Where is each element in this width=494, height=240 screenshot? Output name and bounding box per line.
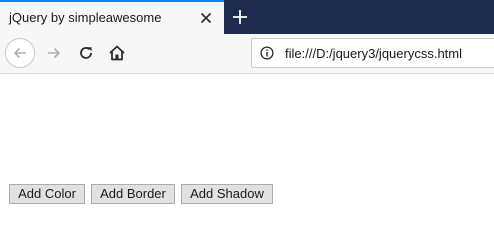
add-shadow-button[interactable]: Add Shadow (181, 184, 273, 204)
url-text[interactable]: file:///D:/jquery3/jquerycss.html (285, 46, 462, 61)
reload-icon (80, 47, 92, 59)
tab-strip: jQuery by simpleawesome (0, 0, 494, 34)
close-icon[interactable] (198, 10, 214, 26)
reload-button[interactable] (72, 39, 100, 67)
forward-button[interactable] (40, 39, 68, 67)
forward-arrow-icon (48, 47, 61, 59)
tab-active[interactable]: jQuery by simpleawesome (0, 0, 224, 34)
navigation-toolbar: file:///D:/jquery3/jquerycss.html (0, 34, 494, 74)
plus-icon[interactable] (231, 8, 249, 26)
add-border-button[interactable]: Add Border (91, 184, 175, 204)
tab-title: jQuery by simpleawesome (9, 10, 162, 25)
add-color-button[interactable]: Add Color (9, 184, 85, 204)
info-icon[interactable] (260, 46, 274, 60)
address-bar[interactable]: file:///D:/jquery3/jquerycss.html (251, 38, 494, 68)
home-icon (109, 45, 125, 61)
back-arrow-icon (13, 47, 26, 59)
back-button[interactable] (5, 38, 35, 68)
home-button[interactable] (103, 39, 131, 67)
